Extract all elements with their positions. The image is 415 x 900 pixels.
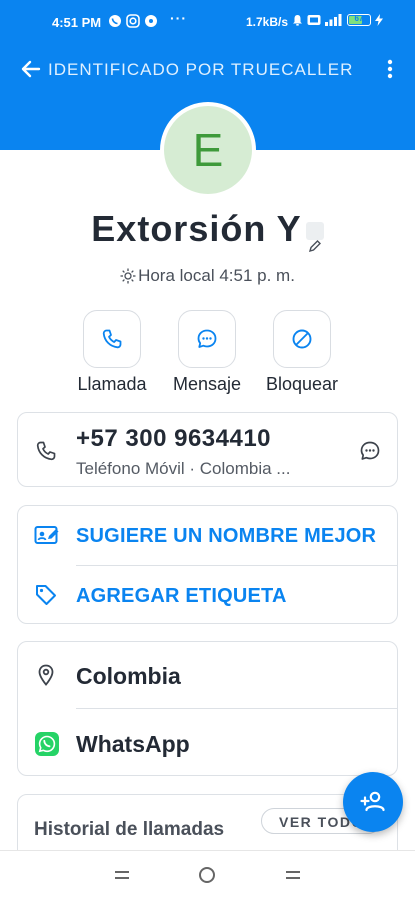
suggest-name-link[interactable]: SUGIERE UN NOMBRE MEJOR bbox=[76, 525, 376, 548]
status-system-icons: 67 bbox=[292, 14, 383, 26]
message-label: Mensaje bbox=[172, 374, 242, 394]
location-pin-icon bbox=[38, 664, 54, 686]
phone-number: +57 300 9634410 bbox=[76, 425, 272, 452]
back-arrow-icon[interactable] bbox=[18, 56, 44, 82]
status-net-speed: 1.7kB/s bbox=[246, 15, 289, 29]
signal-icon bbox=[325, 14, 342, 26]
location-row: Colombia bbox=[18, 642, 397, 708]
volte-icon bbox=[307, 15, 321, 25]
call-button[interactable] bbox=[83, 310, 141, 368]
add-person-icon bbox=[360, 791, 385, 812]
local-time-row: Hora local 4:51 p. m. bbox=[0, 266, 415, 286]
toolbar: IDENTIFICADO POR TRUECALLER bbox=[0, 50, 415, 90]
system-nav-bar bbox=[0, 850, 415, 900]
toolbar-title: IDENTIFICADO POR TRUECALLER bbox=[48, 60, 354, 79]
contact-avatar[interactable]: E bbox=[160, 102, 256, 198]
phone-number-detail: Teléfono Móvil · Colombia ... bbox=[76, 459, 291, 478]
suggest-name-icon bbox=[34, 526, 59, 544]
contact-name: Extorsión Y bbox=[91, 208, 302, 249]
message-icon bbox=[197, 329, 217, 348]
edit-name-icon[interactable] bbox=[305, 222, 324, 253]
whatsapp-icon bbox=[35, 732, 59, 756]
location-text: Colombia bbox=[76, 663, 181, 689]
contact-name-row: Extorsión Y bbox=[0, 208, 415, 253]
add-tag-link[interactable]: AGREGAR ETIQUETA bbox=[76, 585, 287, 608]
phone-icon bbox=[36, 441, 56, 461]
charging-icon bbox=[375, 14, 383, 26]
status-more-dots: ··· bbox=[170, 10, 187, 26]
whatsapp-text: WhatsApp bbox=[76, 731, 190, 757]
sun-icon bbox=[120, 268, 136, 284]
tag-icon bbox=[36, 585, 56, 605]
phone-icon bbox=[102, 329, 122, 349]
back-nav-icon[interactable] bbox=[284, 865, 302, 885]
divider bbox=[76, 708, 397, 709]
phone-number-card[interactable]: +57 300 9634410 Teléfono Móvil · Colombi… bbox=[17, 412, 398, 487]
battery-icon: 67 bbox=[347, 14, 371, 26]
message-icon[interactable] bbox=[358, 439, 382, 463]
battery-label: 67 bbox=[354, 14, 364, 23]
soccer-status-icon bbox=[145, 15, 157, 27]
add-tag-row[interactable]: AGREGAR ETIQUETA bbox=[18, 566, 397, 624]
whatsapp-status-icon bbox=[109, 15, 121, 27]
status-time: 4:51 PM bbox=[52, 15, 102, 30]
block-button[interactable] bbox=[273, 310, 331, 368]
local-time-text: Hora local 4:51 p. m. bbox=[138, 266, 295, 285]
suggest-name-row[interactable]: SUGIERE UN NOMBRE MEJOR bbox=[18, 506, 397, 564]
message-action[interactable]: Mensaje bbox=[167, 310, 247, 395]
status-bar: 4:51 PM ··· 1.7kB/s 67 bbox=[0, 0, 415, 44]
recents-icon[interactable] bbox=[113, 865, 131, 885]
whatsapp-row[interactable]: WhatsApp bbox=[18, 710, 397, 776]
info-card: Colombia WhatsApp bbox=[17, 641, 398, 776]
block-label: Bloquear bbox=[265, 374, 339, 394]
message-button[interactable] bbox=[178, 310, 236, 368]
avatar-letter: E bbox=[192, 124, 224, 176]
more-vert-icon[interactable] bbox=[382, 56, 398, 82]
status-notification-icons bbox=[108, 14, 158, 28]
home-icon[interactable] bbox=[197, 865, 217, 885]
mute-bell-icon bbox=[293, 15, 302, 26]
call-history-title: Historial de llamadas bbox=[34, 819, 225, 840]
suggest-actions-card: SUGIERE UN NOMBRE MEJOR AGREGAR ETIQUETA bbox=[17, 505, 398, 624]
call-label: Llamada bbox=[77, 374, 147, 394]
add-contact-fab[interactable] bbox=[343, 772, 403, 832]
call-action[interactable]: Llamada bbox=[72, 310, 152, 395]
instagram-status-icon bbox=[126, 14, 140, 28]
block-action[interactable]: Bloquear bbox=[262, 310, 342, 395]
block-icon bbox=[292, 329, 312, 349]
